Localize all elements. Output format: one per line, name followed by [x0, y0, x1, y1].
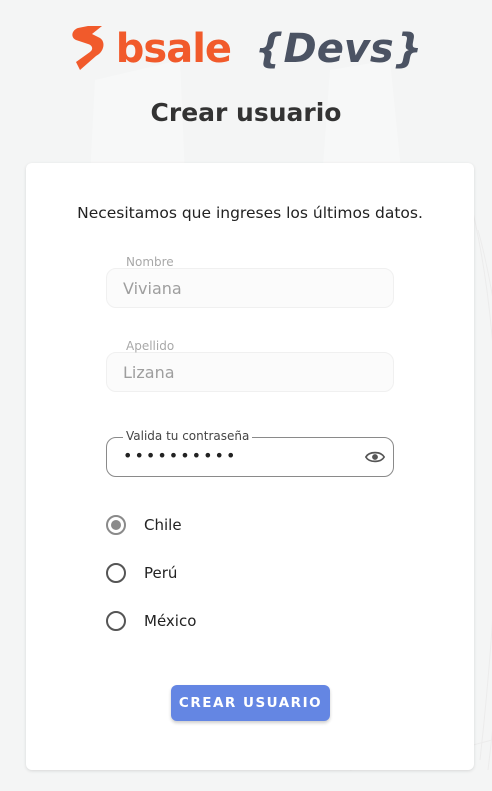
first-name-value: Viviana — [123, 279, 182, 298]
last-name-label: Apellido — [126, 339, 175, 353]
brand-name: bsale — [115, 26, 232, 72]
bsale-logo-icon — [72, 26, 104, 70]
last-name-field: Apellido Lizana — [106, 339, 394, 392]
password-label: Valida tu contraseña — [123, 429, 253, 443]
last-name-value: Lizana — [123, 363, 175, 382]
country-option-mexico[interactable]: México — [106, 611, 196, 631]
country-option-peru[interactable]: Perú — [106, 563, 177, 583]
create-user-button[interactable]: CREAR USUARIO — [171, 685, 330, 721]
brand-logo: bsale {Devs} — [0, 24, 492, 74]
first-name-field: Nombre Viviana — [106, 255, 394, 308]
page-title: Crear usuario — [150, 98, 342, 127]
brand-suffix: {Devs} — [255, 26, 423, 72]
form-card: Necesitamos que ingreses los últimos dat… — [26, 163, 474, 770]
country-label: Perú — [144, 564, 178, 582]
first-name-label: Nombre — [126, 255, 174, 269]
country-label: México — [144, 612, 197, 630]
country-option-chile[interactable]: Chile — [106, 515, 182, 535]
password-value[interactable]: •••••••••• — [123, 446, 237, 465]
form-intro: Necesitamos que ingreses los últimos dat… — [77, 204, 423, 222]
country-label: Chile — [144, 516, 182, 534]
radio-unchecked-icon[interactable] — [106, 563, 126, 583]
eye-icon[interactable] — [365, 449, 385, 465]
radio-checked-icon[interactable] — [106, 515, 126, 535]
password-field[interactable]: Valida tu contraseña •••••••••• — [106, 429, 394, 477]
radio-unchecked-icon[interactable] — [106, 611, 126, 631]
